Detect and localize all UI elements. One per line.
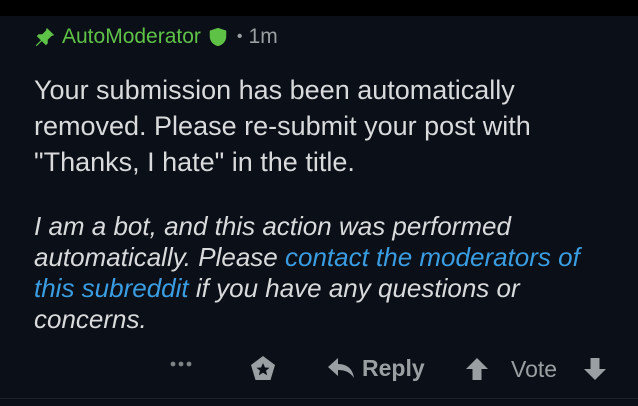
comment-body: Your submission has been automatically r… (34, 72, 624, 180)
comment-timestamp: 1m (248, 25, 278, 48)
comment-actions: Reply Vote (0, 344, 638, 392)
separator-dot: • (236, 28, 243, 45)
reply-label: Reply (362, 354, 425, 381)
comment-header: AutoModerator • 1m (34, 24, 278, 50)
comment-text: Your submission has been automatically r… (34, 75, 531, 177)
bot-note: I am a bot, and this action was performe… (34, 211, 624, 335)
more-icon[interactable] (170, 360, 192, 368)
reply-button[interactable]: Reply (326, 352, 425, 384)
reply-icon (328, 358, 354, 378)
divider (0, 398, 638, 399)
author-name[interactable]: AutoModerator (62, 25, 201, 49)
vote-label: Vote (511, 356, 558, 382)
top-bar (0, 0, 638, 16)
downvote-icon[interactable] (582, 356, 608, 382)
upvote-icon[interactable] (464, 356, 490, 382)
award-icon[interactable] (248, 354, 278, 384)
shield-icon (209, 27, 227, 47)
pin-icon (35, 27, 55, 47)
